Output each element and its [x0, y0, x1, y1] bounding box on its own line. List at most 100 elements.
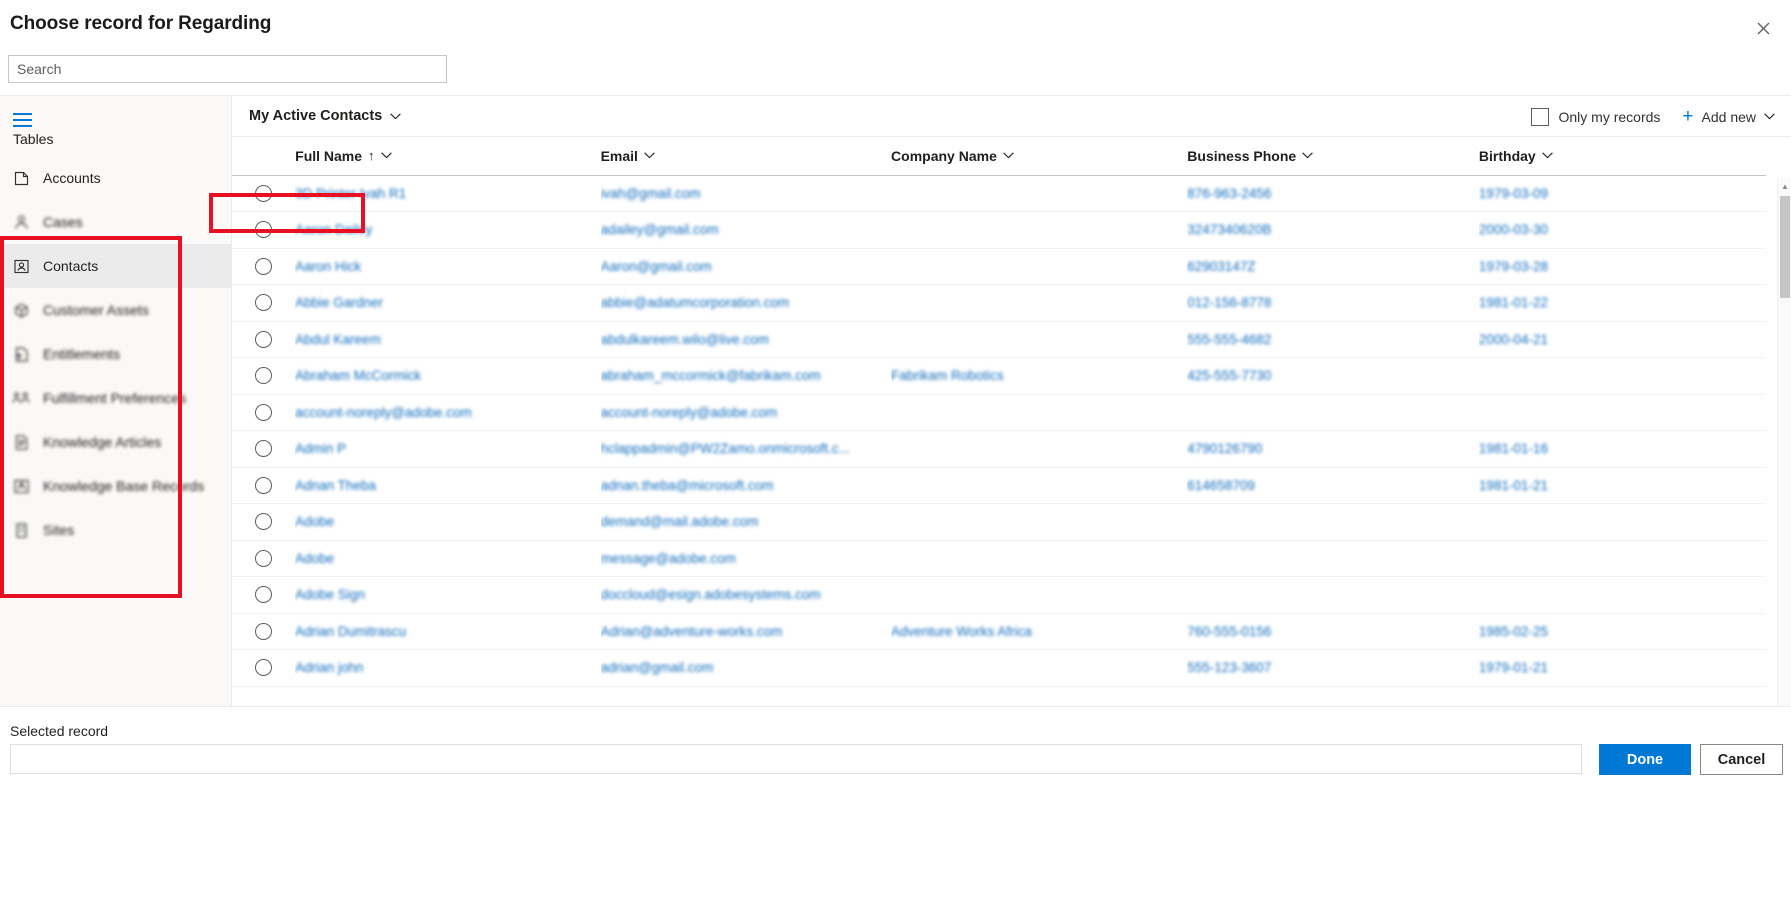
row-radio-button[interactable] [255, 330, 272, 348]
chevron-down-icon[interactable] [1541, 152, 1553, 159]
chevron-down-icon[interactable] [380, 152, 392, 159]
cell-email: account-noreply@adobe.com [600, 394, 892, 431]
column-header-fullname[interactable]: Full Name ↑ [295, 137, 601, 176]
row-radio-button[interactable] [255, 586, 272, 604]
sidebar-item-cases[interactable]: Cases [0, 200, 232, 244]
row-radio-button[interactable] [255, 257, 272, 275]
dialog-header: Choose record for Regarding [0, 0, 1791, 52]
row-radio-button[interactable] [255, 476, 272, 494]
cell-phone-text: 555-555-4682 [1187, 331, 1272, 347]
view-selector-button[interactable]: My Active Contacts [247, 104, 403, 128]
row-radio-button[interactable] [255, 549, 272, 567]
chevron-down-icon [390, 112, 402, 119]
cell-email: doccloud@esign.adobesystems.com [600, 576, 892, 614]
sidebar-item-customer-assets[interactable]: Customer Assets [0, 288, 232, 332]
table-row[interactable]: Admin P hclappadmin@PW2Zamo.onmicrosoft.c… [232, 430, 1766, 468]
sidebar-item-label: Entitlements [43, 346, 121, 362]
row-select-cell[interactable] [232, 248, 296, 285]
row-select-cell[interactable] [232, 649, 296, 687]
cell-email-text: adrian@gmail.com [600, 660, 714, 676]
row-radio-button[interactable] [255, 622, 272, 640]
table-row[interactable]: Adrian Dumitrascu Adrian@adventure-works.… [232, 613, 1766, 650]
table-row[interactable]: 3D Printer Ivah R1 ivah@gmail.com 876-963-… [232, 175, 1766, 212]
table-row[interactable]: Abraham McCormick abraham_mccormick@fabri… [232, 357, 1766, 395]
cell-phone: 555-123-3607 [1187, 649, 1479, 687]
sidebar-item-accounts[interactable]: Accounts [0, 156, 232, 200]
cell-email-text: hclappadmin@PW2Zamo.onmicrosoft.c... [600, 441, 850, 457]
tables-nav-list: Accounts Cases Contacts Customer Assets Enti… [0, 156, 232, 552]
sidebar-item-entitlements[interactable]: Entitlements [0, 332, 232, 376]
close-icon[interactable] [1747, 12, 1779, 44]
cell-email: message@adobe.com [600, 540, 892, 577]
row-select-cell[interactable] [232, 175, 296, 212]
chevron-down-icon[interactable] [644, 152, 655, 159]
table-row[interactable]: Adnan Theba adnan.theba@microsoft.com 6146… [232, 467, 1766, 504]
table-row[interactable]: Adrian john adrian@gmail.com 555-123-3607 1… [232, 649, 1766, 687]
cell-phone: 62903147Z [1187, 248, 1479, 285]
table-row[interactable]: Aaron Dailey adailey@gmail.com 3247340620B… [232, 211, 1766, 249]
table-row[interactable]: Adobe demand@mail.adobe.com [232, 503, 1766, 541]
row-select-cell[interactable] [232, 430, 296, 468]
people-group-icon [10, 387, 32, 409]
search-input[interactable] [8, 55, 447, 83]
grid-vertical-scrollbar[interactable]: ▲ ▼ [1777, 178, 1791, 707]
column-header-birthday[interactable]: Birthday [1478, 137, 1766, 176]
row-select-cell[interactable] [232, 503, 296, 541]
row-select-cell[interactable] [232, 576, 296, 614]
row-select-cell[interactable] [232, 321, 296, 358]
column-header-phone[interactable]: Business Phone [1187, 137, 1479, 176]
row-radio-button[interactable] [255, 221, 272, 239]
sidebar-item-knowledge-base-records[interactable]: Knowledge Base Records [0, 464, 232, 508]
selected-record-label: Selected record [10, 723, 109, 739]
add-new-button[interactable]: + Add new [1682, 107, 1775, 126]
cell-company [891, 576, 1188, 614]
row-select-cell[interactable] [232, 467, 296, 504]
cell-email-text: message@adobe.com [600, 550, 736, 566]
sidebar-item-contacts[interactable]: Contacts [0, 244, 232, 288]
table-row[interactable]: account-noreply@adobe.com account-noreply… [232, 394, 1766, 431]
done-button[interactable]: Done [1599, 744, 1691, 775]
cancel-button[interactable]: Cancel [1700, 744, 1783, 775]
column-header-select [232, 137, 296, 176]
row-radio-button[interactable] [255, 440, 272, 458]
column-header-email[interactable]: Email [600, 137, 892, 176]
row-radio-button[interactable] [255, 184, 272, 202]
scroll-up-icon[interactable]: ▲ [1778, 178, 1791, 194]
cell-fullname-text: Adobe Sign [295, 587, 365, 603]
table-row[interactable]: Abdul Kareem abdulkareem.wilo@live.com 555… [232, 321, 1766, 358]
row-select-cell[interactable] [232, 284, 296, 322]
row-radio-button[interactable] [255, 294, 272, 312]
column-header-company[interactable]: Company Name [891, 137, 1188, 176]
scrollbar-thumb[interactable] [1780, 196, 1790, 298]
cell-birthday-text: 1981-01-22 [1478, 295, 1548, 311]
sidebar-item-fulfillment-preferences[interactable]: Fulfillment Preferences [0, 376, 232, 420]
table-row[interactable]: Abbie Gardner abbie@adatumcorporation.com… [232, 284, 1766, 322]
cell-birthday [1478, 540, 1766, 577]
selected-record-input[interactable] [10, 744, 1582, 774]
grid-toolbar: My Active Contacts Only my records + Add… [232, 96, 1791, 137]
row-radio-button[interactable] [255, 367, 272, 385]
row-select-cell[interactable] [232, 540, 296, 577]
table-row[interactable]: Adobe message@adobe.com [232, 540, 1766, 577]
row-radio-button[interactable] [255, 403, 272, 421]
cell-birthday-text: 2000-04-21 [1478, 331, 1548, 347]
only-my-records-checkbox[interactable] [1531, 107, 1550, 126]
sidebar-item-label: Accounts [43, 170, 101, 186]
row-radio-button[interactable] [255, 659, 272, 677]
chevron-down-icon[interactable] [1003, 152, 1014, 159]
only-my-records-toggle[interactable]: Only my records [1531, 107, 1660, 126]
table-row[interactable]: Aaron Hick Aaron@gmail.com 62903147Z 1979-0… [232, 248, 1766, 285]
row-radio-button[interactable] [255, 513, 272, 531]
sidebar-item-label: Contacts [43, 258, 99, 274]
cell-email: Aaron@gmail.com [600, 248, 892, 285]
hamburger-menu-icon[interactable] [8, 106, 40, 134]
row-select-cell[interactable] [232, 394, 296, 431]
table-row[interactable]: Adobe Sign doccloud@esign.adobesystems.co… [232, 576, 1766, 614]
cell-email-text: Aaron@gmail.com [600, 258, 712, 274]
row-select-cell[interactable] [232, 357, 296, 395]
chevron-down-icon[interactable] [1302, 152, 1313, 159]
sidebar-item-sites[interactable]: Sites [0, 508, 232, 552]
row-select-cell[interactable] [232, 211, 296, 249]
row-select-cell[interactable] [232, 613, 296, 650]
sidebar-item-knowledge-articles[interactable]: Knowledge Articles [0, 420, 232, 464]
